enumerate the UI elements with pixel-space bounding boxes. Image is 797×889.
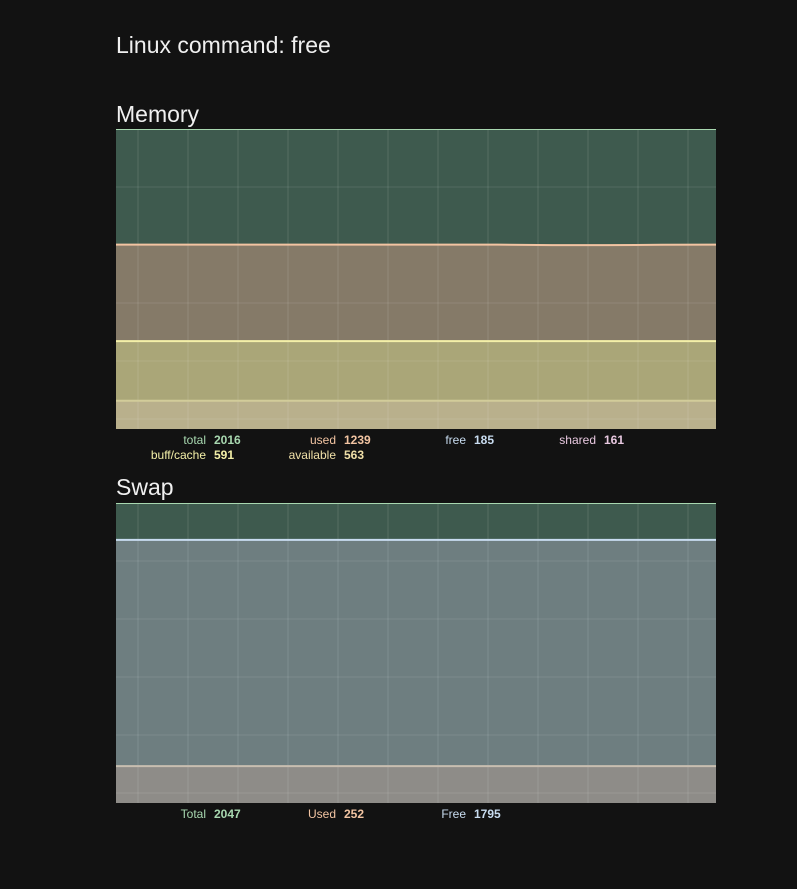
swap-used-area: [116, 766, 716, 803]
page: Linux command: free Memory total 2016 used…: [0, 0, 797, 889]
swap-legend-value-used: 252: [344, 807, 365, 821]
swap-free-area: [116, 539, 716, 803]
swap-legend-value-total: 2047: [214, 807, 241, 821]
memory-section-title: Memory: [116, 101, 200, 127]
memory-legend-value-total: 2016: [214, 433, 241, 447]
page-title: Linux command: free: [116, 32, 331, 58]
memory-legend: total 2016 used 1239 free 185 shared 161 buff/ca…: [116, 433, 716, 465]
memory-legend-label-used: used: [309, 433, 336, 447]
memory-legend-value-used: 1239: [344, 433, 371, 447]
memory-available-area: [116, 400, 716, 429]
memory-legend-label-buff-cache: buff/cache: [150, 448, 206, 462]
memory-used-line: [116, 243, 716, 247]
memory-legend-value-shared: 161: [604, 433, 625, 447]
memory-legend-label-shared: shared: [559, 433, 596, 447]
swap-legend-value-free: 1795: [474, 807, 501, 821]
memory-legend-label-available: available: [288, 448, 336, 462]
memory-legend-value-available: 563: [344, 448, 365, 462]
swap-section-title: Swap: [116, 474, 174, 500]
swap-legend-label-total: Total: [180, 807, 206, 821]
swap-legend-label-free: Free: [441, 807, 466, 821]
memory-chart: [116, 129, 716, 429]
swap-legend: Total 2047 Used 252 Free 1795: [116, 807, 716, 823]
memory-legend-label-total: total: [183, 433, 206, 447]
swap-chart: [116, 503, 716, 803]
memory-legend-value-free: 185: [474, 433, 495, 447]
memory-legend-label-free: free: [445, 433, 466, 447]
swap-legend-label-used: Used: [307, 807, 336, 821]
memory-legend-value-buff-cache: 591: [214, 448, 235, 462]
